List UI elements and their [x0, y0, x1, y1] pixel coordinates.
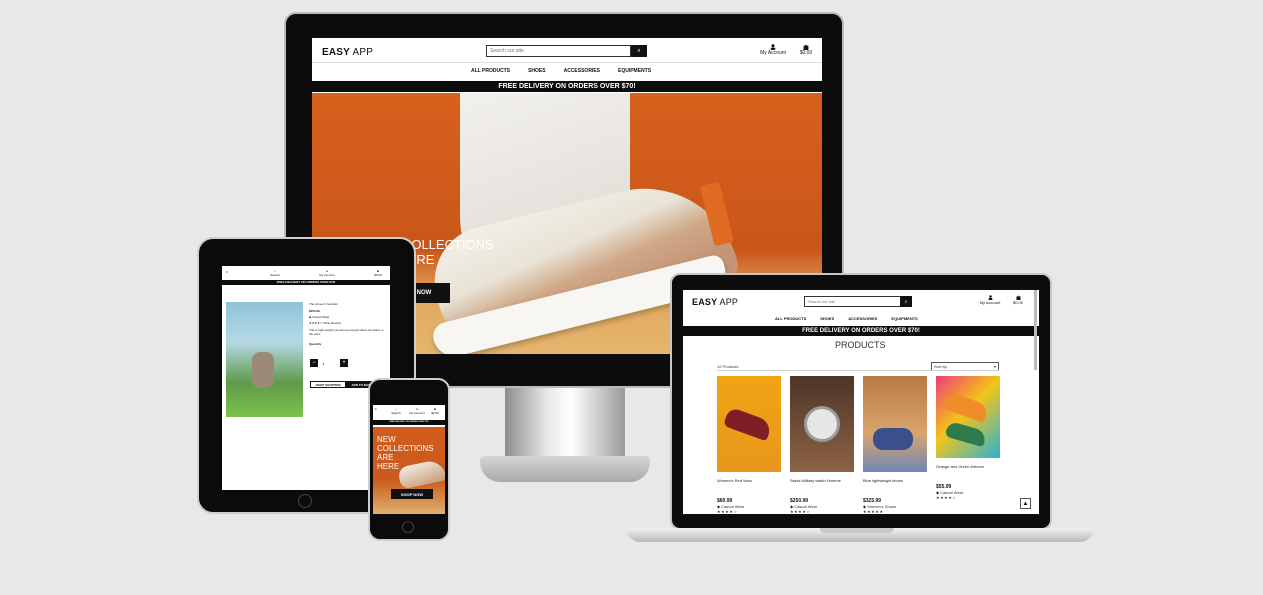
- phone-screen: ≡ ⌕ Search ● My Account ■ $0.00 FREE DELIVE…: [373, 405, 445, 514]
- product-count: 12 Products: [717, 364, 739, 369]
- search-icon: ⌕: [904, 298, 908, 305]
- product-price: $250.99: [309, 309, 320, 313]
- menu-icon[interactable]: ≡: [375, 407, 377, 411]
- back-to-top-button[interactable]: ▲: [1020, 498, 1031, 509]
- my-account-label: My Account: [760, 50, 786, 56]
- quantity-decrease-button[interactable]: −: [310, 359, 318, 367]
- cart-link[interactable]: $0.00: [796, 44, 816, 56]
- arrow-up-icon: ▲: [1022, 500, 1029, 507]
- quantity-increase-button[interactable]: +: [340, 359, 348, 367]
- search-button[interactable]: ⌕: [900, 296, 912, 307]
- cart-total: $0.00: [1012, 300, 1023, 305]
- product-name[interactable]: Women's Red Vans: [717, 478, 781, 496]
- product-image[interactable]: [717, 376, 781, 472]
- page-title: PRODUCTS: [835, 340, 886, 350]
- product-card[interactable]: Swiss Military watch Homme $250.99 ◆ Cas…: [790, 376, 854, 514]
- product-card[interactable]: Orange and Green Airforce $55.99 ◆ Casua…: [936, 376, 1000, 500]
- minus-icon: −: [312, 360, 316, 366]
- nav-accessories[interactable]: ACCESSORIES: [848, 316, 877, 321]
- site-header: EASY APP Search our site ⌕ My Account $0…: [312, 38, 822, 80]
- site-logo[interactable]: EASY APP: [692, 297, 738, 307]
- search-input[interactable]: Search our site: [804, 296, 901, 307]
- nav-all-products[interactable]: ALL PRODUCTS: [775, 316, 806, 321]
- search-link[interactable]: ⌕ Search: [268, 269, 282, 277]
- rating-stars: ★★★★☆: [936, 495, 957, 500]
- product-name[interactable]: Swiss Military watch Homme: [790, 478, 854, 496]
- menu-icon[interactable]: ≡: [226, 270, 228, 274]
- tablet-home-button: [298, 494, 312, 508]
- header-divider: [312, 62, 822, 63]
- monitor-stand-base: [480, 456, 650, 482]
- my-account-link[interactable]: My Account: [975, 295, 1005, 305]
- product-image[interactable]: [226, 302, 303, 417]
- scrollbar[interactable]: [1034, 290, 1037, 370]
- cart-total: $0.00: [799, 50, 813, 56]
- rating-stars: ★★★★★: [863, 509, 884, 514]
- nav-equipments[interactable]: EQUIPMENTS: [618, 68, 651, 74]
- search-button[interactable]: ⌕: [631, 45, 647, 57]
- promo-banner: FREE DELIVERY ON ORDERS OVER $70!: [373, 420, 445, 425]
- product-card[interactable]: Blue lightweight shoes $325.99 ◆ Women's…: [863, 376, 927, 514]
- rating-stars: ★★★★☆: [790, 509, 811, 514]
- product-image[interactable]: [936, 376, 1000, 458]
- product-category[interactable]: ◆ Casual Wear: [309, 315, 387, 319]
- products-divider: [717, 370, 999, 371]
- plus-icon: +: [342, 360, 346, 366]
- product-image[interactable]: [863, 376, 927, 472]
- search-link[interactable]: ⌕ Search: [389, 407, 403, 415]
- my-account-link[interactable]: ● My Account: [407, 407, 427, 415]
- product-name[interactable]: Orange and Green Airforce: [936, 464, 1000, 482]
- promo-banner: FREE DELIVERY ON ORDERS OVER $70!: [312, 81, 822, 92]
- my-account-label: My Account: [979, 300, 1001, 305]
- nav-all-products[interactable]: ALL PRODUCTS: [471, 68, 510, 74]
- promo-banner: FREE DELIVERY ON ORDERS OVER $70!: [683, 326, 1039, 336]
- quantity-input[interactable]: 1: [322, 361, 324, 366]
- site-logo[interactable]: EASY APP: [322, 47, 373, 58]
- phone-home-button: [402, 521, 414, 533]
- monitor-stand-neck: [505, 388, 625, 458]
- write-review-link[interactable]: Write Review: [323, 321, 341, 325]
- product-description: This is light weight yet strong enough s…: [309, 328, 384, 336]
- nav-equipments[interactable]: EQUIPMENTS: [891, 316, 917, 321]
- quantity-label: Quantity: [309, 342, 322, 346]
- product-name[interactable]: Blue lightweight shoes: [863, 478, 927, 496]
- keep-shopping-button[interactable]: ‹ KEEP SHOPPING: [310, 381, 346, 388]
- promo-banner: FREE DELIVERY ON ORDERS OVER $70!: [222, 280, 390, 285]
- cart-link[interactable]: ■ $0.00: [429, 407, 441, 415]
- chevron-down-icon: ▾: [993, 364, 996, 369]
- product-name: The Jomen's Sandals: [309, 302, 338, 306]
- product-card[interactable]: Women's Red Vans $60.99 ◆ Casual Wear ★★…: [717, 376, 781, 514]
- rating-stars: ★★★★☆: [309, 321, 323, 325]
- shop-now-button[interactable]: SHOP NOW: [391, 489, 433, 499]
- search-input[interactable]: Search our site: [486, 45, 631, 57]
- cart-link[interactable]: ■ $0.00: [372, 269, 384, 277]
- tablet-screen: ≡ ⌕ Search ● My Account ■ $0.00 FREE DELIVE…: [222, 266, 390, 490]
- my-account-link[interactable]: ● My Account: [316, 269, 338, 277]
- product-image[interactable]: [790, 376, 854, 472]
- nav-shoes[interactable]: SHOES: [820, 316, 834, 321]
- hero-title: NEW COLLECTIONS ARE HERE: [377, 435, 434, 471]
- nav-shoes[interactable]: SHOES: [528, 68, 546, 74]
- hero-banner: NEW COLLECTIONS ARE HERE SHOP NOW: [373, 427, 445, 514]
- cart-link[interactable]: $0.00: [1008, 295, 1028, 305]
- laptop-notch: [820, 528, 894, 533]
- search-icon: ⌕: [637, 47, 641, 54]
- rating-stars: ★★★★☆: [717, 509, 738, 514]
- laptop-screen: EASY APP Search our site ⌕ My Account $0…: [683, 290, 1039, 514]
- nav-accessories[interactable]: ACCESSORIES: [564, 68, 600, 74]
- my-account-link[interactable]: My Account: [756, 44, 790, 56]
